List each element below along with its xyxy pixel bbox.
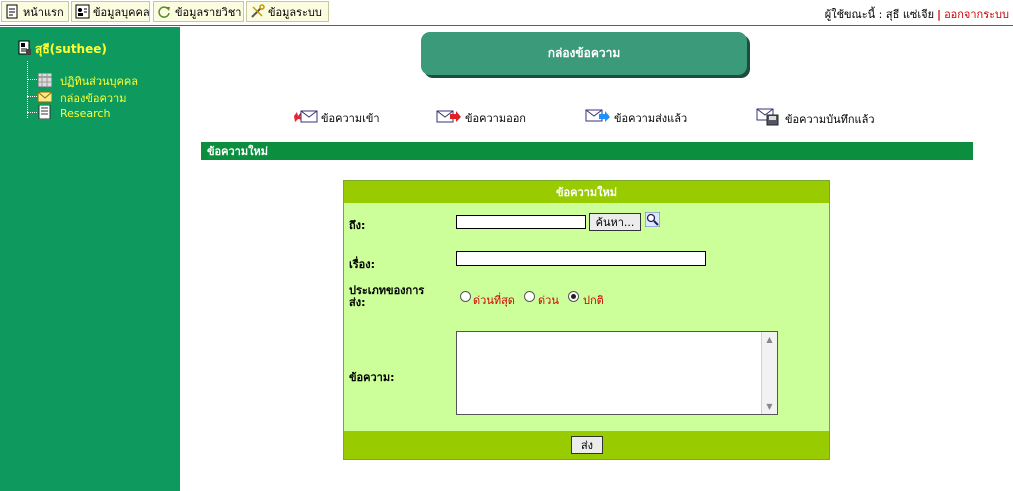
sent-label: ข้อความส่งแล้ว: [614, 111, 688, 125]
outbox-label: ข้อความออก: [465, 111, 526, 125]
subject-label: เรื่อง:: [349, 258, 376, 271]
calendar-icon: [37, 72, 53, 90]
sidebar-item-research[interactable]: Research: [38, 104, 111, 122]
tab-system-data-label: ข้อมูลระบบ: [268, 5, 322, 19]
message-scrollbar[interactable]: ▲ ▼: [761, 332, 777, 414]
form-title: ข้อความใหม่: [556, 186, 617, 199]
tree-connector: [27, 112, 37, 113]
tab-personal-data-label: ข้อมูลบุคคล: [93, 5, 150, 19]
tab-course-data[interactable]: ข้อมูลรายวิชา: [153, 1, 244, 22]
to-field[interactable]: [456, 215, 586, 229]
tab-course-data-label: ข้อมูลรายวิชา: [175, 5, 242, 19]
current-user-name: สุธี แซ่เจีย: [885, 8, 935, 21]
current-user-prefix: ผู้ใช้ขณะนี้ :: [824, 8, 886, 21]
tree-connector: [27, 79, 37, 80]
tab-home[interactable]: หน้าแรก: [1, 1, 69, 22]
tools-icon: [250, 4, 265, 19]
form-header: ข้อความใหม่: [344, 181, 829, 203]
outbox-link[interactable]: ข้อความออก: [436, 108, 526, 127]
page-title: กล่องข้อความ: [547, 46, 621, 60]
priority-most-urgent-label: ด่วนที่สุด: [473, 294, 515, 307]
document-icon: [5, 4, 20, 19]
saved-mail-icon: [756, 108, 782, 129]
envelope-icon: [37, 91, 53, 106]
current-user-info: ผู้ใช้ขณะนี้ : สุธี แซ่เจีย | ออกจากระบบ: [825, 5, 1009, 23]
logout-link[interactable]: ออกจากระบบ: [944, 8, 1009, 21]
sent-link[interactable]: ข้อความส่งแล้ว: [585, 108, 687, 127]
scroll-up-icon[interactable]: ▲: [764, 334, 775, 345]
refresh-icon: [157, 4, 172, 19]
outbox-mail-icon: [436, 108, 462, 127]
page-title-banner: กล่องข้อความ: [421, 32, 747, 75]
sidebar: สุธี(suthee) ปฏิทินส่วนบุคคล กล่องข้อควา…: [0, 27, 180, 491]
section-title: ข้อความใหม่: [207, 145, 268, 158]
saved-label: ข้อความบันทึกแล้ว: [785, 112, 875, 126]
separator: |: [937, 8, 942, 21]
new-message-form: ข้อความใหม่ ถึง: ค้นหา... เรื่อง: ประเภท…: [343, 180, 830, 460]
priority-normal-label: ปกติ: [583, 294, 604, 307]
search-icon[interactable]: [644, 211, 661, 230]
message-textarea[interactable]: ▲ ▼: [456, 331, 778, 415]
search-button[interactable]: ค้นหา...: [589, 213, 641, 231]
top-navigation-bar: หน้าแรก ข้อมูลบุคคล ข้อมูลรายวิชา ข้อมูล…: [0, 0, 1013, 26]
tree-connector: [27, 96, 37, 97]
document-icon: [38, 104, 52, 122]
inbox-label: ข้อความเข้า: [321, 111, 380, 125]
tab-home-label: หน้าแรก: [23, 5, 64, 19]
priority-urgent-radio[interactable]: [524, 291, 535, 302]
subject-field[interactable]: [456, 251, 706, 266]
sent-mail-icon: [585, 108, 611, 127]
sidebar-user-label: สุธี(suthee): [35, 42, 107, 56]
priority-urgent-label: ด่วน: [538, 294, 559, 307]
sidebar-item-calendar[interactable]: ปฏิทินส่วนบุคคล: [37, 72, 138, 90]
saved-link[interactable]: ข้อความบันทึกแล้ว: [756, 108, 875, 129]
message-label: ข้อความ:: [349, 371, 395, 384]
section-header: ข้อความใหม่: [201, 142, 973, 160]
person-card-icon: [75, 4, 90, 19]
sidebar-user[interactable]: สุธี(suthee): [18, 40, 107, 59]
inbox-link[interactable]: ข้อความเข้า: [292, 108, 380, 127]
to-label: ถึง:: [349, 219, 366, 232]
sidebar-item-label: Research: [60, 107, 111, 120]
send-button[interactable]: ส่ง: [571, 436, 603, 454]
inbox-mail-icon: [292, 108, 318, 127]
tree-connector: [27, 61, 28, 118]
sidebar-item-label: ปฏิทินส่วนบุคคล: [60, 75, 138, 88]
tab-system-data[interactable]: ข้อมูลระบบ: [246, 1, 329, 22]
priority-normal-radio[interactable]: [568, 291, 579, 302]
scroll-down-icon[interactable]: ▼: [764, 401, 775, 412]
tab-personal-data[interactable]: ข้อมูลบุคคล: [71, 1, 150, 22]
form-footer: ส่ง: [344, 431, 829, 459]
user-document-icon: [18, 40, 32, 59]
send-type-label: ประเภทของการส่ง:: [349, 284, 425, 309]
priority-most-urgent-radio[interactable]: [460, 291, 471, 302]
